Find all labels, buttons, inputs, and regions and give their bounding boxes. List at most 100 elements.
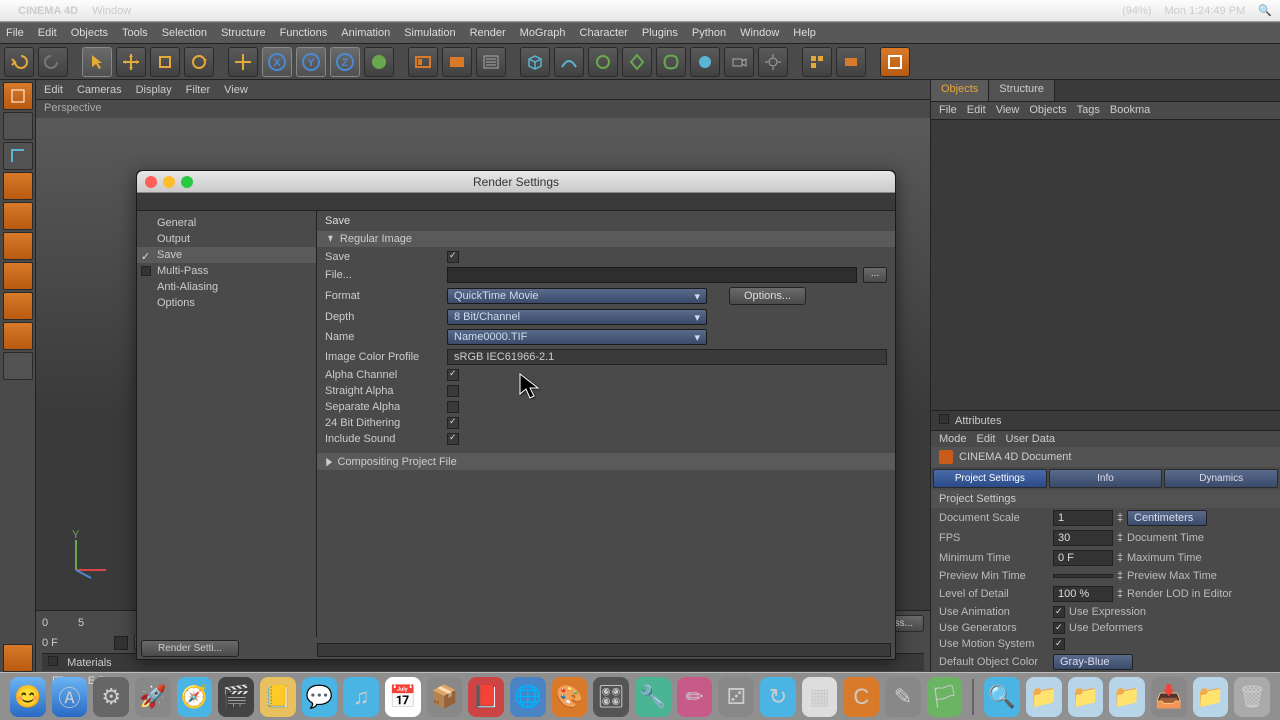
attr-menu-edit[interactable]: Edit (977, 433, 996, 445)
snap-button[interactable] (3, 644, 33, 672)
dock-app7[interactable]: ✏ (677, 677, 713, 717)
dock-app2[interactable]: 📕 (468, 677, 504, 717)
dock-calendar[interactable]: 📅 (385, 677, 421, 717)
val-doc-scale[interactable]: 1 (1053, 510, 1113, 526)
dd-depth[interactable]: 8 Bit/Channel (447, 309, 707, 325)
dd-def-color[interactable]: Gray-Blue (1053, 654, 1133, 670)
vp-menu-cameras[interactable]: Cameras (77, 84, 122, 96)
dock-downloads[interactable]: 📥 (1151, 677, 1187, 717)
model-mode-button[interactable] (3, 82, 33, 110)
mac-menu-window[interactable]: Window (92, 5, 131, 17)
sidebar-item-output[interactable]: Output (137, 231, 316, 247)
render-settings-button[interactable] (476, 47, 506, 77)
axis-mode-button[interactable] (3, 142, 33, 170)
browse-button[interactable]: ... (863, 267, 887, 283)
render-view-button[interactable] (408, 47, 438, 77)
dock-app11[interactable]: ✎ (885, 677, 921, 717)
dialog-titlebar[interactable]: Render Settings (137, 171, 895, 193)
obj-menu-tags[interactable]: Tags (1077, 104, 1100, 117)
vp-menu-view[interactable]: View (224, 84, 248, 96)
dock-cinema4d[interactable]: C (843, 677, 879, 717)
chk-include-sound[interactable] (447, 433, 459, 445)
attr-menu-mode[interactable]: Mode (939, 433, 967, 445)
menu-selection[interactable]: Selection (162, 27, 207, 39)
dock-safari[interactable]: 🧭 (177, 677, 213, 717)
dd-doc-scale-unit[interactable]: Centimeters (1127, 510, 1207, 526)
scale-tool[interactable] (150, 47, 180, 77)
tab-objects[interactable]: Objects (931, 80, 989, 101)
dialog-h-scrollbar[interactable] (317, 643, 891, 657)
val-min-time[interactable]: 0 F (1053, 550, 1113, 566)
dock-app13[interactable]: 🔍 (984, 677, 1020, 717)
attr-menu-userdata[interactable]: User Data (1006, 433, 1056, 445)
y-axis-lock[interactable]: Y (296, 47, 326, 77)
dock-imovie[interactable]: 🎬 (218, 677, 254, 717)
obj-menu-file[interactable]: File (939, 104, 957, 117)
rotate-tool[interactable] (184, 47, 214, 77)
chk-straight-alpha[interactable] (447, 385, 459, 397)
val-prev-min[interactable] (1053, 574, 1113, 578)
poly-mode-button[interactable] (3, 232, 33, 260)
chk-save-enabled[interactable]: ✓ (141, 250, 151, 260)
chk-dithering[interactable] (447, 417, 459, 429)
tab-info[interactable]: Info (1049, 469, 1163, 488)
dock-app6[interactable]: 🔧 (635, 677, 671, 717)
vp-menu-filter[interactable]: Filter (186, 84, 210, 96)
val-color-profile[interactable]: sRGB IEC61966-2.1 (447, 349, 887, 365)
chk-save[interactable] (447, 251, 459, 263)
spotlight-icon[interactable]: 🔍 (1258, 5, 1272, 17)
dock-app5[interactable]: 🎛 (593, 677, 629, 717)
format-options-button[interactable]: Options... (729, 287, 806, 305)
menu-mograph[interactable]: MoGraph (520, 27, 566, 39)
camera-tool[interactable] (724, 47, 754, 77)
subsection-regular-image[interactable]: ▼Regular Image (317, 231, 895, 247)
dock-app4[interactable]: 🎨 (552, 677, 588, 717)
menu-functions[interactable]: Functions (280, 27, 328, 39)
vp-menu-display[interactable]: Display (136, 84, 172, 96)
dock-app9[interactable]: ↻ (760, 677, 796, 717)
tl-checkbox[interactable] (114, 636, 128, 650)
menu-tools[interactable]: Tools (122, 27, 148, 39)
undo-button[interactable] (4, 47, 34, 77)
val-lod[interactable]: 100 % (1053, 586, 1113, 602)
dock-messages[interactable]: 💬 (302, 677, 338, 717)
menu-file[interactable]: File (6, 27, 24, 39)
input-file-path[interactable] (447, 267, 857, 283)
sidebar-item-options[interactable]: Options (137, 295, 316, 311)
dock-itunes[interactable]: ♫ (343, 677, 379, 717)
texture-mode-button[interactable] (3, 262, 33, 290)
dock-app10[interactable]: ▦ (802, 677, 838, 717)
dialog-bottom-tab[interactable]: Render Setti... (141, 640, 239, 657)
obj-menu-bookmarks[interactable]: Bookma (1110, 104, 1150, 117)
subsection-compositing[interactable]: ▶Compositing Project File (317, 453, 895, 470)
primitive-cube[interactable] (520, 47, 550, 77)
dock-folder3[interactable]: 📁 (1109, 677, 1145, 717)
deformer-tool[interactable] (656, 47, 686, 77)
render-picture-button[interactable] (442, 47, 472, 77)
dock-folder4[interactable]: 📁 (1193, 677, 1229, 717)
nurbs-tool[interactable] (588, 47, 618, 77)
edge-mode-button[interactable] (3, 202, 33, 230)
x-axis-lock[interactable]: X (262, 47, 292, 77)
dock-finder[interactable]: 😊 (10, 677, 46, 717)
object-mode-button[interactable] (3, 112, 33, 140)
menu-simulation[interactable]: Simulation (404, 27, 455, 39)
chk-use-gen[interactable] (1053, 622, 1065, 634)
obj-menu-objects[interactable]: Objects (1029, 104, 1066, 117)
tag-tool[interactable] (836, 47, 866, 77)
mac-app-name[interactable]: CINEMA 4D (18, 5, 78, 17)
chk-multipass-enabled[interactable] (141, 266, 151, 276)
obj-menu-view[interactable]: View (996, 104, 1020, 117)
sidebar-item-save[interactable]: ✓Save (137, 247, 316, 263)
tab-dynamics[interactable]: Dynamics (1164, 469, 1278, 488)
light-tool[interactable] (758, 47, 788, 77)
z-axis-lock[interactable]: Z (330, 47, 360, 77)
dock-folder1[interactable]: 📁 (1026, 677, 1062, 717)
sidebar-item-antialiasing[interactable]: Anti-Aliasing (137, 279, 316, 295)
chk-alpha[interactable] (447, 369, 459, 381)
menu-plugins[interactable]: Plugins (642, 27, 678, 39)
spline-tool[interactable] (554, 47, 584, 77)
chk-use-anim[interactable] (1053, 606, 1065, 618)
tab-structure[interactable]: Structure (989, 80, 1055, 101)
uvpoly-mode-button[interactable] (3, 292, 33, 320)
